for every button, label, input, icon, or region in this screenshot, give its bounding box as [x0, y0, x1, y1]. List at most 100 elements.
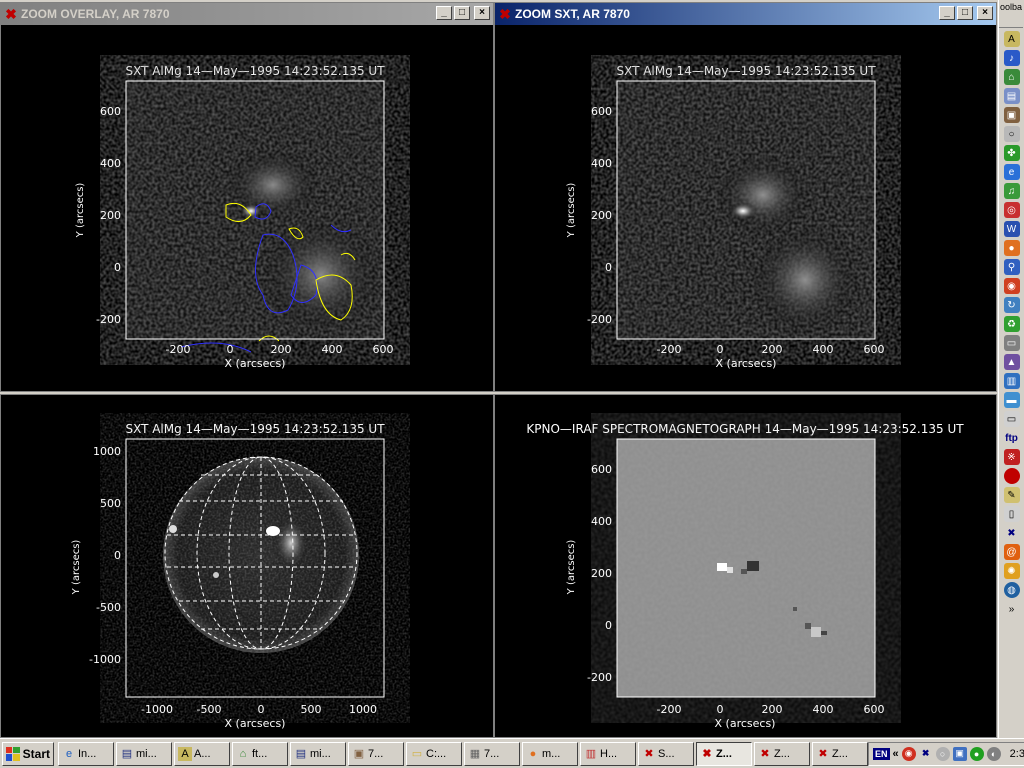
close-button[interactable]: ×: [474, 6, 490, 20]
network-connection-icon[interactable]: ▣: [952, 746, 967, 761]
zoom-sxt-titlebar[interactable]: ✖ ZOOM SXT, AR 7870 _ □ ×: [495, 3, 996, 25]
file-icon[interactable]: ▯: [1003, 506, 1020, 522]
y-axis-label: Y (arcsecs): [566, 540, 577, 596]
tray-expand-icon[interactable]: «: [893, 748, 899, 760]
toolbar-icons: A ♪ ⌂ ▤ ▣ ○ ✤ e ♫ ◎ W ● ⚲ ◉ ↻ ♻ ▭ ▲ ▥ ▬ …: [999, 28, 1024, 617]
shuttle-icon[interactable]: ▲: [1003, 354, 1020, 370]
task-internet-explorer[interactable]: e In...: [58, 741, 114, 766]
adobe-icon[interactable]: A: [1003, 31, 1020, 47]
close-button[interactable]: ×: [977, 6, 993, 20]
svg-text:1000: 1000: [349, 703, 377, 716]
task-adobe[interactable]: A A...: [174, 741, 230, 766]
task-zoom-2[interactable]: ✖ Z...: [754, 741, 810, 766]
ring-icon[interactable]: ◎: [1003, 202, 1020, 218]
flame-icon[interactable]: ◉: [1003, 278, 1020, 294]
x-tick-labels: -1000 -500 0 500 1000: [141, 703, 377, 716]
more-chevron-icon[interactable]: »: [1003, 601, 1020, 617]
task-mi-1[interactable]: ▤ mi...: [116, 741, 172, 766]
window-title: ZOOM SXT, AR 7870: [515, 7, 630, 21]
bright-point: [213, 572, 219, 578]
folder-icon: ▭: [411, 748, 423, 760]
maximize-button[interactable]: □: [454, 6, 470, 20]
plot-title: SXT AlMg 14—May—1995 14:23:52.135 UT: [125, 422, 385, 436]
browser-icon[interactable]: e: [1003, 164, 1020, 180]
task-zoom-active[interactable]: ✖ Z...: [696, 741, 752, 766]
firefox-icon: ●: [529, 747, 537, 760]
x-tick-labels: -200 0 200 400 600: [657, 343, 885, 356]
task-7-1[interactable]: ▣ 7...: [348, 741, 404, 766]
zoom-sxt-window[interactable]: ✖ ZOOM SXT, AR 7870 _ □ × SXT AlMg 14—Ma…: [494, 2, 997, 392]
task-zoom-3[interactable]: ✖ Z...: [812, 741, 868, 766]
task-firefox[interactable]: ● m...: [522, 741, 578, 766]
zoom-overlay-titlebar[interactable]: ✖ ZOOM OVERLAY, AR 7870 _ □ ×: [1, 3, 493, 25]
clock: 2:35: [1009, 747, 1024, 760]
word-icon[interactable]: W: [1003, 221, 1020, 237]
network-icon[interactable]: ⌂: [1003, 69, 1020, 85]
document-icon[interactable]: ▤: [1003, 88, 1020, 104]
media-icon[interactable]: ♫: [1003, 183, 1020, 199]
minimize-button[interactable]: _: [436, 6, 452, 20]
svg-text:400: 400: [813, 703, 834, 716]
record-icon[interactable]: [1003, 468, 1020, 484]
magnetogram-window[interactable]: KPNO—IRAF SPECTROMAGNETOGRAPH 14—May—199…: [494, 394, 997, 738]
svg-text:600: 600: [591, 463, 612, 476]
svg-text:200: 200: [762, 703, 783, 716]
task-7-2[interactable]: ▦ 7...: [464, 741, 520, 766]
x-server-icon[interactable]: ✖: [918, 746, 933, 761]
language-indicator[interactable]: EN: [873, 747, 890, 760]
x-server-icon[interactable]: ✖: [1003, 525, 1020, 541]
chat-icon[interactable]: ○: [1003, 126, 1020, 142]
clover-icon[interactable]: ✤: [1003, 145, 1020, 161]
zoom-overlay-window[interactable]: ✖ ZOOM OVERLAY, AR 7870 _ □ × SXT AlMg 1…: [0, 2, 494, 392]
overlay-plot: SXT AlMg 14—May—1995 14:23:52.135 UT -20…: [1, 25, 493, 391]
svg-text:-200: -200: [587, 313, 612, 326]
sun-icon[interactable]: ✺: [1003, 563, 1020, 579]
svg-text:200: 200: [591, 209, 612, 222]
window-icon[interactable]: ▭: [1003, 411, 1020, 427]
svg-text:0: 0: [605, 261, 612, 274]
bright-kernel: [729, 202, 757, 220]
task-mi-2[interactable]: ▤ mi...: [290, 741, 346, 766]
archive-icon[interactable]: ▣: [1003, 107, 1020, 123]
music-icon[interactable]: ♪: [1003, 50, 1020, 66]
refresh-icon[interactable]: ↻: [1003, 297, 1020, 313]
x-axis-label: X (arcsecs): [716, 357, 777, 370]
svg-text:500: 500: [100, 497, 121, 510]
monitor-icon[interactable]: ▬: [1003, 392, 1020, 408]
putty-icon[interactable]: ※: [1003, 449, 1020, 465]
recycle-icon[interactable]: ♻: [1003, 316, 1020, 332]
svg-text:0: 0: [717, 343, 724, 356]
volume-icon[interactable]: ◐: [986, 746, 1001, 761]
chat-icon[interactable]: ○: [935, 746, 950, 761]
task-ftp[interactable]: ⌂ ft...: [232, 741, 288, 766]
start-button[interactable]: Start: [2, 741, 54, 766]
notes-icon[interactable]: ✎: [1003, 487, 1020, 503]
document-icon: ▤: [121, 748, 133, 760]
globe-icon[interactable]: ◍: [1003, 582, 1020, 598]
antivirus-icon[interactable]: ◉: [901, 746, 916, 761]
magnetogram-plot-svg: KPNO—IRAF SPECTROMAGNETOGRAPH 14—May—199…: [526, 422, 964, 730]
phone-icon[interactable]: ▥: [1003, 373, 1020, 389]
ftp-icon[interactable]: ftp: [1003, 430, 1020, 446]
firefox-icon[interactable]: ●: [1003, 240, 1020, 256]
task-s[interactable]: ✖ S...: [638, 741, 694, 766]
svg-text:0: 0: [605, 619, 612, 632]
minimize-button[interactable]: _: [939, 6, 955, 20]
y-tick-labels: 1000 500 0 -500 -1000: [89, 445, 121, 666]
svg-text:0: 0: [227, 343, 234, 356]
window-title: ZOOM OVERLAY, AR 7870: [21, 7, 170, 21]
terminal-icon[interactable]: ▭: [1003, 335, 1020, 351]
start-label: Start: [22, 746, 50, 761]
maximize-button[interactable]: □: [957, 6, 973, 20]
email-icon[interactable]: @: [1003, 544, 1020, 560]
messenger-icon[interactable]: ●: [969, 746, 984, 761]
task-h[interactable]: ▥ H...: [580, 741, 636, 766]
x-axis-label: X (arcsecs): [225, 357, 286, 370]
search-icon[interactable]: ⚲: [1003, 259, 1020, 275]
svg-text:0: 0: [114, 549, 121, 562]
task-folder[interactable]: ▭ C:...: [406, 741, 462, 766]
network-icon: ⌂: [239, 747, 247, 760]
fulldisk-window[interactable]: SXT AlMg 14—May—1995 14:23:52.135 UT -10…: [0, 394, 494, 738]
sxt-plot: SXT AlMg 14—May—1995 14:23:52.135 UT -20…: [495, 25, 996, 391]
active-region-glow: [273, 515, 309, 571]
